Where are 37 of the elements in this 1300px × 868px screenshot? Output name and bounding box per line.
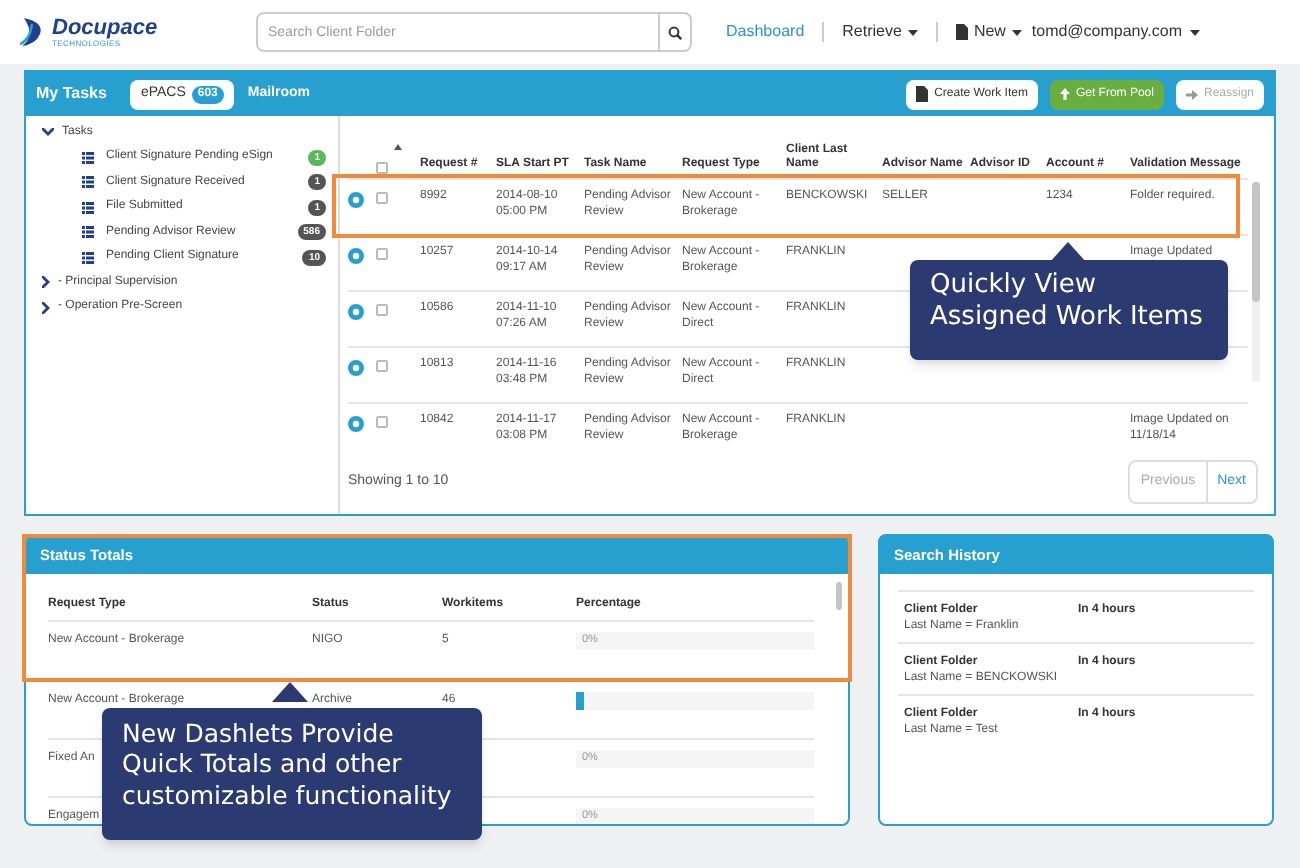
document-icon — [916, 86, 929, 102]
document-icon — [955, 24, 968, 40]
sort-icon — [394, 143, 402, 149]
expand-icon[interactable] — [348, 247, 364, 263]
row-checkbox[interactable] — [376, 247, 388, 259]
expand-icon[interactable] — [348, 303, 364, 319]
panel-title: My Tasks — [36, 82, 107, 106]
user-menu[interactable]: tomd@company.com — [1031, 20, 1200, 44]
list-icon — [82, 151, 94, 164]
expand-icon[interactable] — [348, 191, 364, 207]
row-checkbox[interactable] — [376, 303, 388, 315]
list-icon — [82, 201, 94, 214]
list-icon — [82, 251, 94, 264]
arrow-right-icon — [1185, 89, 1198, 99]
callout-pointer — [272, 682, 308, 702]
caret-icon — [907, 29, 918, 35]
scrollbar-thumb[interactable] — [1252, 182, 1260, 302]
scrollbar-thumb[interactable] — [836, 582, 842, 610]
chevron-down-icon — [42, 128, 54, 137]
list-icon — [82, 176, 94, 189]
search-icon — [668, 25, 682, 39]
callout-text: Quickly View Assigned Work Items — [910, 260, 1228, 360]
row-checkbox[interactable] — [376, 359, 388, 371]
row-checkbox[interactable] — [376, 415, 388, 427]
search-button[interactable] — [660, 12, 692, 52]
caret-icon — [1011, 29, 1022, 35]
nav-link[interactable]: New — [955, 20, 1022, 44]
nav-link[interactable]: Retrieve — [842, 20, 918, 44]
expand-icon[interactable] — [348, 415, 364, 431]
list-icon — [82, 226, 94, 239]
row-checkbox[interactable] — [376, 191, 388, 203]
caret-icon — [1190, 29, 1200, 35]
expand-icon[interactable] — [348, 359, 364, 375]
arrow-up-icon — [1059, 88, 1070, 100]
logo-name: Docupace — [52, 17, 158, 39]
callout-text: New Dashlets Provide Quick Totals and other customizable functionality — [102, 708, 482, 840]
select-all-checkbox[interactable] — [376, 161, 388, 173]
